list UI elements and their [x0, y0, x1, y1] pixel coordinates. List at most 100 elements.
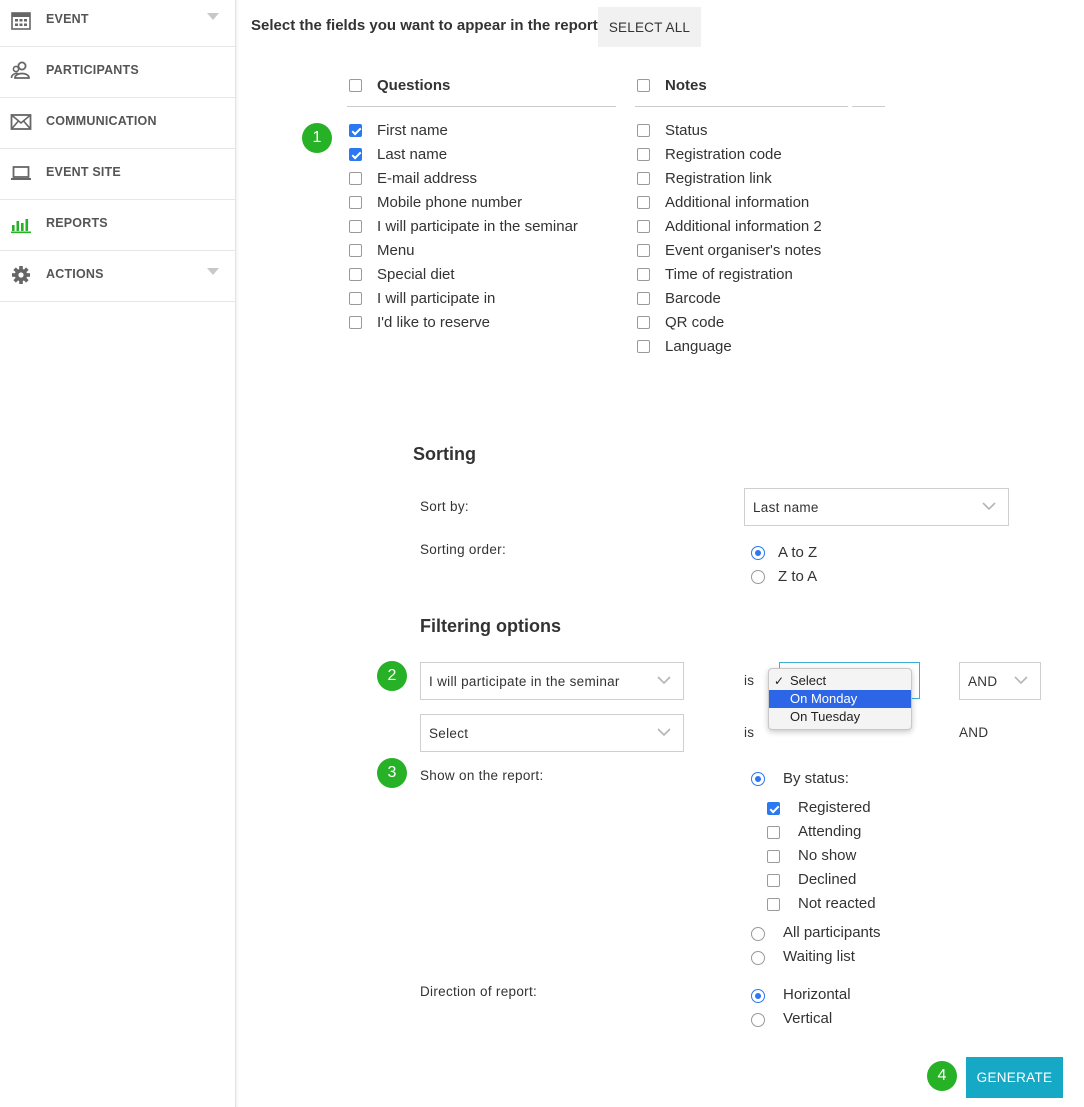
note-checkbox-qr-code[interactable]: [637, 316, 650, 329]
chevron-down-icon: [982, 502, 996, 511]
sidebar-item-label: REPORTS: [46, 216, 108, 230]
dropdown-option-select[interactable]: ✓ Select: [769, 672, 911, 690]
sidebar-item-actions[interactable]: ACTIONS: [0, 251, 235, 302]
laptop-icon: [11, 166, 31, 180]
sort-by-select[interactable]: Last name: [744, 488, 1009, 526]
note-label: Language: [665, 338, 732, 355]
sidebar-item-event[interactable]: EVENT: [0, 0, 235, 47]
sort-by-label: Sort by:: [420, 499, 469, 514]
note-label: Additional information: [665, 194, 810, 211]
sidebar-item-participants[interactable]: PARTICIPANTS: [0, 47, 235, 98]
notes-select-all-checkbox[interactable]: [637, 79, 650, 92]
dropdown-option-on-tuesday[interactable]: On Tuesday: [769, 708, 911, 726]
note-checkbox-registration-code[interactable]: [637, 148, 650, 161]
question-label: I'd like to reserve: [377, 314, 490, 331]
questions-select-all-checkbox[interactable]: [349, 79, 362, 92]
dropdown-option-label: On Monday: [790, 691, 858, 706]
sorting-title: Sorting: [413, 444, 476, 464]
direction-option-label: Vertical: [783, 1010, 833, 1027]
select-all-button[interactable]: SELECT ALL: [598, 7, 701, 47]
question-checkbox-menu[interactable]: [349, 244, 362, 257]
status-checkbox-declined[interactable]: [767, 874, 780, 887]
status-checkbox-attending[interactable]: [767, 826, 780, 839]
checkmark-icon: ✓: [774, 674, 785, 688]
sort-order-radio-z-to-a[interactable]: [751, 570, 765, 584]
dropdown-option-on-monday[interactable]: On Monday: [769, 690, 911, 708]
calendar-icon: [11, 12, 31, 30]
filter-conjunction-select[interactable]: AND: [959, 662, 1041, 700]
status-checkbox-not-reacted[interactable]: [767, 898, 780, 911]
note-label: QR code: [665, 314, 725, 331]
note-label: Registration code: [665, 146, 782, 163]
direction-radio-horizontal[interactable]: [751, 989, 765, 1003]
step-badge-4: 4: [927, 1061, 957, 1091]
question-checkbox-special-diet[interactable]: [349, 268, 362, 281]
notes-heading: Notes: [665, 77, 707, 94]
notes-divider: [635, 106, 848, 107]
note-label: Barcode: [665, 290, 721, 307]
note-checkbox-registration-link[interactable]: [637, 172, 650, 185]
question-label: Mobile phone number: [377, 194, 523, 211]
question-checkbox-email[interactable]: [349, 172, 362, 185]
question-checkbox-mobile[interactable]: [349, 196, 362, 209]
question-label: Last name: [377, 146, 448, 163]
question-label: I will participate in the seminar: [377, 218, 578, 235]
show-waiting-list-radio[interactable]: [751, 951, 765, 965]
direction-label: Direction of report:: [420, 984, 538, 999]
filter-field-select-2[interactable]: Select: [420, 714, 684, 752]
step-badge-2: 2: [377, 661, 407, 691]
note-label: Event organiser's notes: [665, 242, 822, 259]
sidebar-item-event-site[interactable]: EVENT SITE: [0, 149, 235, 200]
note-checkbox-additional-info[interactable]: [637, 196, 650, 209]
status-checkbox-no-show[interactable]: [767, 850, 780, 863]
show-all-participants-radio[interactable]: [751, 927, 765, 941]
gear-icon: [12, 266, 30, 284]
chevron-down-icon: [657, 676, 671, 685]
sidebar-item-communication[interactable]: COMMUNICATION: [0, 98, 235, 149]
filter-conjunction-text: AND: [959, 725, 989, 740]
show-option-label: All participants: [783, 924, 881, 941]
filter-is-label: is: [744, 673, 755, 688]
step-badge-3: 3: [377, 758, 407, 788]
question-label: E-mail address: [377, 170, 478, 187]
sidebar-item-label: COMMUNICATION: [46, 114, 157, 128]
question-label: Menu: [377, 242, 415, 259]
note-checkbox-additional-info-2[interactable]: [637, 220, 650, 233]
direction-radio-vertical[interactable]: [751, 1013, 765, 1027]
sort-order-radio-a-to-z[interactable]: [751, 546, 765, 560]
sidebar-item-reports[interactable]: REPORTS: [0, 200, 235, 251]
generate-button[interactable]: GENERATE: [966, 1057, 1063, 1098]
question-checkbox-seminar[interactable]: [349, 220, 362, 233]
status-checkbox-registered[interactable]: [767, 802, 780, 815]
chevron-down-icon: [657, 728, 671, 737]
note-checkbox-language[interactable]: [637, 340, 650, 353]
note-checkbox-barcode[interactable]: [637, 292, 650, 305]
question-checkbox-participate-in[interactable]: [349, 292, 362, 305]
filter-field-value: Select: [429, 726, 469, 741]
bar-chart-icon: [11, 219, 31, 234]
note-label: Status: [665, 122, 708, 139]
sidebar-item-label: PARTICIPANTS: [46, 63, 139, 77]
show-by-status-radio[interactable]: [751, 772, 765, 786]
sort-by-value: Last name: [753, 500, 819, 515]
note-label: Additional information 2: [665, 218, 822, 235]
step-badge-1: 1: [302, 123, 332, 153]
sidebar: EVENT PARTICIPANTS COMMUNICATION EVENT S…: [0, 0, 239, 1107]
envelope-icon: [10, 114, 32, 130]
show-option-label: Waiting list: [783, 948, 855, 965]
fields-prompt: Select the fields you want to appear in …: [251, 17, 603, 34]
question-checkbox-last-name[interactable]: [349, 148, 362, 161]
note-checkbox-time-of-registration[interactable]: [637, 268, 650, 281]
note-checkbox-organiser-notes[interactable]: [637, 244, 650, 257]
question-checkbox-reserve[interactable]: [349, 316, 362, 329]
sidebar-item-label: EVENT: [46, 12, 89, 26]
sidebar-item-label: EVENT SITE: [46, 165, 121, 179]
note-label: Time of registration: [665, 266, 793, 283]
filter-field-select-1[interactable]: I will participate in the seminar: [420, 662, 684, 700]
dropdown-option-label: On Tuesday: [790, 709, 861, 724]
question-checkbox-first-name[interactable]: [349, 124, 362, 137]
filtering-title: Filtering options: [420, 616, 561, 636]
show-on-report-label: Show on the report:: [420, 768, 544, 783]
note-checkbox-status[interactable]: [637, 124, 650, 137]
caret-down-icon: [207, 13, 219, 20]
